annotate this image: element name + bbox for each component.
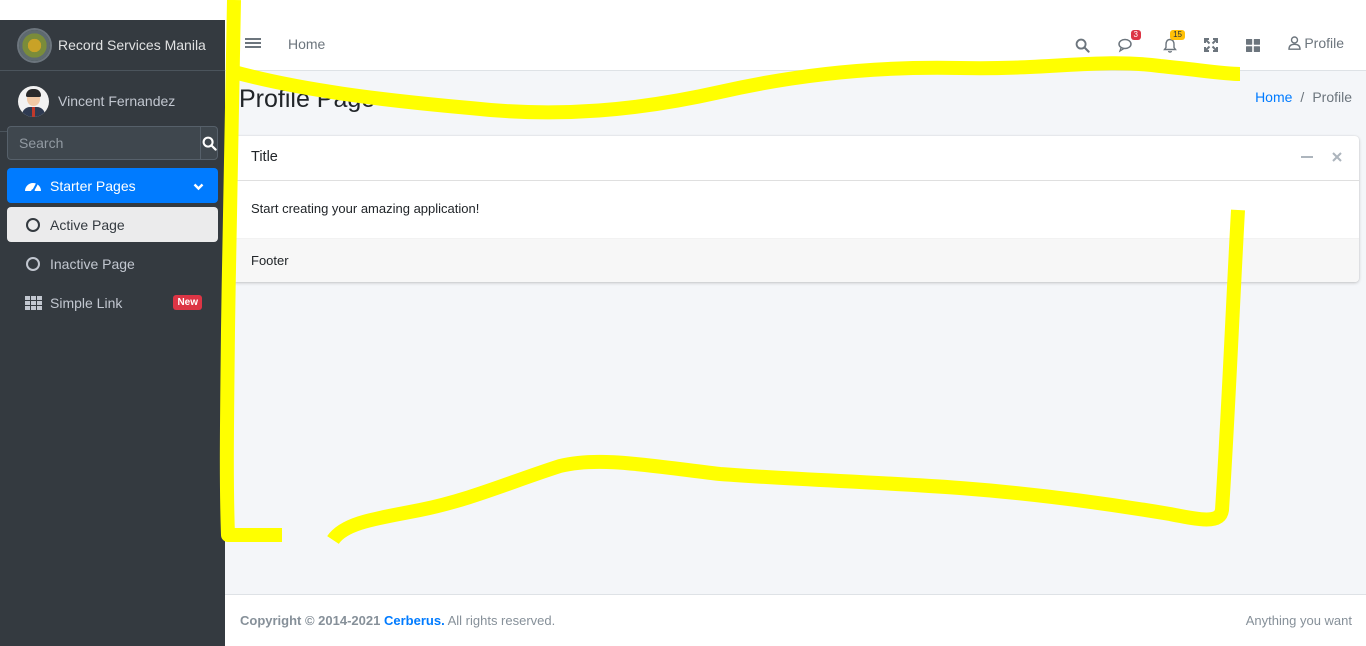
copyright: Copyright © 2014-2021 Cerberus. All righ… <box>240 613 555 628</box>
search-icon <box>202 136 217 151</box>
fullscreen-button[interactable] <box>1200 34 1222 56</box>
sidebar-item-starter-pages[interactable]: Starter Pages <box>7 168 218 203</box>
content-wrapper: Profile Page Home / Profile Title Start cr… <box>225 71 1366 594</box>
grid-icon <box>24 294 42 312</box>
sidebar-item-label: Active Page <box>50 216 125 233</box>
card-header: Title <box>232 136 1359 181</box>
sidebar-search <box>7 126 218 160</box>
card: Title Start creating your amazing applic… <box>232 136 1359 282</box>
sidebar-item-active-page[interactable]: Active Page <box>7 207 218 242</box>
collapse-button[interactable] <box>1299 149 1315 165</box>
chevron-down-icon <box>193 178 204 194</box>
copyright-prefix: Copyright © 2014-2021 <box>240 613 381 628</box>
sidebar-item-label: Inactive Page <box>50 255 135 272</box>
messages-button[interactable]: 3 <box>1115 30 1141 56</box>
card-title: Title <box>251 149 278 165</box>
card-footer: Footer <box>232 238 1359 282</box>
breadcrumb: Home / Profile <box>1255 89 1352 105</box>
sidebar-item-label: Simple Link <box>50 294 123 311</box>
profile-label: Profile <box>1304 35 1344 51</box>
circle-icon <box>24 255 42 273</box>
navbar-search-button[interactable] <box>1071 34 1093 56</box>
minus-icon <box>1301 156 1313 158</box>
search-button[interactable] <box>200 126 218 160</box>
brand-logo <box>19 29 50 61</box>
notifications-button[interactable]: 15 <box>1159 30 1185 56</box>
sidebar: Record Services Manila Vincent Fernandez <box>0 20 225 646</box>
avatar <box>18 85 49 117</box>
th-large-icon <box>1246 38 1260 52</box>
breadcrumb-separator: / <box>1300 89 1305 105</box>
page-title: Profile Page <box>239 85 376 113</box>
expand-arrows-icon <box>1204 38 1218 52</box>
brand-name: Record Services Manila <box>58 37 206 53</box>
top-navbar: Home 3 15 Profile <box>225 20 1366 71</box>
user-name[interactable]: Vincent Fernandez <box>58 93 175 109</box>
circle-icon <box>24 216 42 234</box>
notifications-count-badge: 15 <box>1170 30 1185 40</box>
profile-link[interactable]: Profile <box>1288 35 1344 51</box>
breadcrumb-current: Profile <box>1312 89 1352 105</box>
search-icon <box>1075 38 1090 53</box>
control-sidebar-button[interactable] <box>1242 34 1264 56</box>
footer-right-text: Anything you want <box>1245 613 1352 628</box>
sidebar-nav: Starter Pages Active Page Inactive Page … <box>7 168 218 324</box>
nav-home-link[interactable]: Home <box>288 36 325 52</box>
user-panel[interactable]: Vincent Fernandez <box>0 71 218 132</box>
rights-text: All rights reserved. <box>447 613 556 628</box>
search-input[interactable] <box>7 126 200 160</box>
close-icon <box>1332 152 1342 162</box>
menu-toggle-button[interactable] <box>245 36 261 52</box>
tachometer-icon <box>24 177 42 195</box>
sidebar-item-simple-link[interactable]: Simple Link New <box>7 285 218 320</box>
hamburger-icon <box>245 38 261 40</box>
breadcrumb-home-link[interactable]: Home <box>1255 89 1292 105</box>
main-footer: Copyright © 2014-2021 Cerberus. All righ… <box>225 594 1366 646</box>
sidebar-item-label: Starter Pages <box>50 177 136 194</box>
user-icon <box>1288 36 1302 50</box>
company-link[interactable]: Cerberus. <box>384 613 445 628</box>
messages-count-badge: 3 <box>1130 30 1141 40</box>
sidebar-item-inactive-page[interactable]: Inactive Page <box>7 246 218 281</box>
new-badge: New <box>173 295 202 310</box>
card-body: Start creating your amazing application! <box>251 201 480 216</box>
remove-button[interactable] <box>1329 149 1345 165</box>
brand-link[interactable]: Record Services Manila <box>0 20 225 71</box>
